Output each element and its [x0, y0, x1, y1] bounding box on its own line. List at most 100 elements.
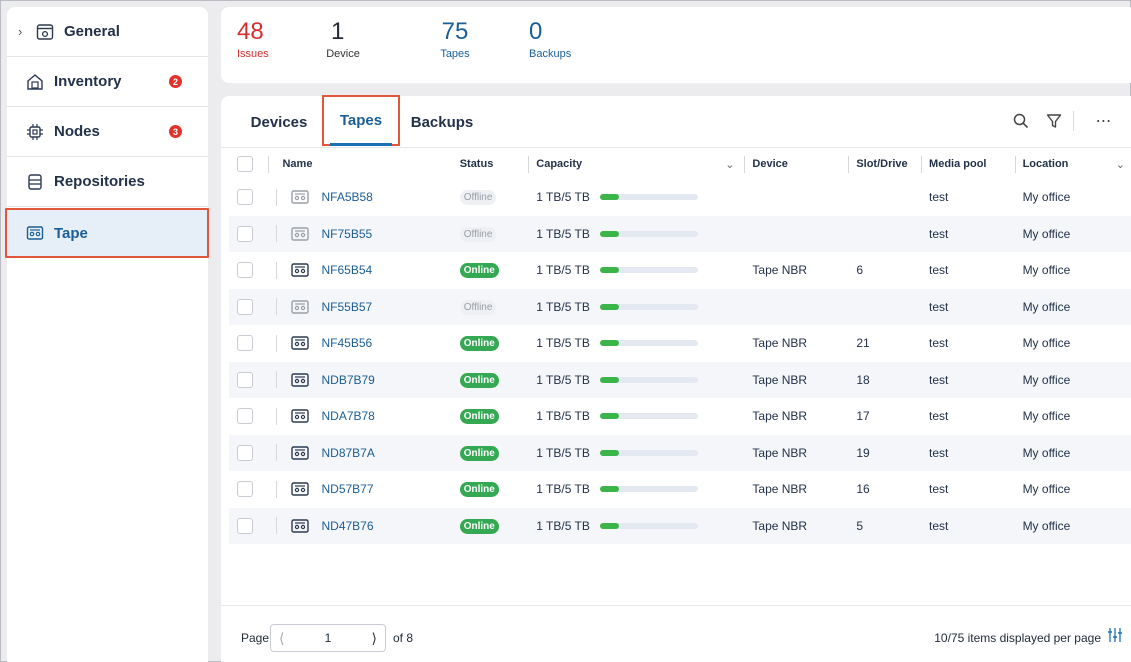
- row-select-cell[interactable]: [229, 325, 268, 362]
- page-label: Page: [241, 631, 270, 645]
- table-row[interactable]: ND57B77 Online 1 TB/5 TB Tape NBR 16 tes…: [229, 471, 1131, 508]
- row-checkbox[interactable]: [237, 298, 253, 315]
- status-cell: Online: [459, 361, 529, 398]
- table-row[interactable]: NDA7B78 Online 1 TB/5 TB Tape NBR 17 tes…: [229, 398, 1131, 435]
- row-checkbox[interactable]: [237, 371, 253, 388]
- status-badge: Online: [459, 336, 499, 352]
- sidebar-item-inventory[interactable]: Inventory 2: [7, 57, 208, 107]
- row-checkbox[interactable]: [237, 262, 253, 279]
- row-select-cell[interactable]: [229, 398, 268, 435]
- sidebar-item-repositories[interactable]: Repositories: [7, 157, 208, 207]
- name-cell[interactable]: NDA7B78: [268, 398, 459, 435]
- table-row[interactable]: ND47B76 Online 1 TB/5 TB Tape NBR 5 test…: [229, 507, 1131, 544]
- capacity-text: 1 TB/5 TB: [536, 372, 590, 387]
- table-row[interactable]: NF65B54 Online 1 TB/5 TB Tape NBR 6 test…: [229, 252, 1131, 289]
- current-page-input[interactable]: 1: [325, 631, 332, 645]
- name-cell[interactable]: ND57B77: [268, 471, 459, 508]
- capacity-text: 1 TB/5 TB: [536, 482, 590, 497]
- stat-backups[interactable]: 0 Backups: [529, 17, 571, 60]
- table-row[interactable]: NF55B57 Offline 1 TB/5 TB test My office: [229, 288, 1131, 325]
- row-select-cell[interactable]: [229, 434, 269, 471]
- stat-device[interactable]: 1 Device: [315, 17, 371, 60]
- prev-page-icon[interactable]: ⟨: [279, 630, 284, 647]
- tab-devices[interactable]: Devices: [243, 96, 315, 148]
- name-cell[interactable]: ND47B76: [268, 507, 460, 544]
- row-select-cell[interactable]: [229, 179, 268, 216]
- tape-name[interactable]: ND87B7A: [321, 446, 374, 460]
- tape-name[interactable]: NDB7B79: [321, 373, 374, 387]
- table-row[interactable]: NF75B55 Offline 1 TB/5 TB test My office: [229, 215, 1131, 252]
- tape-icon: [291, 190, 310, 204]
- tape-name[interactable]: NF75B55: [321, 227, 372, 241]
- row-select-cell[interactable]: [229, 507, 269, 544]
- more-options-icon[interactable]: ⋯: [1093, 110, 1115, 132]
- table-row[interactable]: NDB7B79 Online 1 TB/5 TB Tape NBR 18 tes…: [229, 361, 1131, 398]
- sidebar-item-nodes[interactable]: Nodes 3: [7, 107, 208, 157]
- row-select-cell[interactable]: [229, 252, 268, 289]
- column-header-location[interactable]: Location ⌄: [1014, 149, 1131, 179]
- tape-name[interactable]: ND47B76: [321, 519, 373, 533]
- row-select-cell[interactable]: [229, 471, 268, 508]
- tape-name[interactable]: NF45B56: [321, 336, 372, 350]
- tape-name[interactable]: NDA7B78: [321, 409, 374, 423]
- issues-label: Issues: [237, 48, 269, 60]
- tape-name[interactable]: ND57B77: [321, 482, 373, 496]
- name-cell[interactable]: NF55B57: [268, 288, 460, 325]
- status-badge: Online: [459, 518, 499, 534]
- name-cell[interactable]: NF65B54: [268, 252, 459, 289]
- name-cell[interactable]: NF75B55: [268, 215, 460, 252]
- tape-name[interactable]: NF55B57: [321, 300, 372, 314]
- next-page-icon[interactable]: ⟩: [372, 630, 377, 647]
- capacity-bar-fill: [599, 522, 620, 529]
- sidebar-item-label: Nodes: [54, 123, 100, 140]
- tab-backups[interactable]: Backups: [407, 96, 477, 148]
- sidebar: › General Inventory 2 Nodes 3 Repositori…: [5, 7, 209, 662]
- column-header-name[interactable]: Name: [268, 149, 459, 179]
- name-cell[interactable]: NDB7B79: [268, 361, 460, 398]
- row-select-cell[interactable]: [229, 288, 269, 325]
- row-checkbox[interactable]: [237, 481, 253, 498]
- status-badge: Online: [459, 445, 499, 461]
- location-cell: My office: [1014, 361, 1131, 398]
- tape-icon: [291, 373, 310, 387]
- stat-tapes[interactable]: 75 Tapes: [433, 17, 477, 60]
- search-icon[interactable]: [1010, 110, 1032, 132]
- tape-name[interactable]: NFA5B58: [321, 190, 372, 204]
- column-header-capacity[interactable]: Capacity ⌄: [528, 149, 744, 179]
- name-cell[interactable]: NFA5B58: [268, 179, 459, 216]
- name-cell[interactable]: ND87B7A: [268, 434, 460, 471]
- row-select-cell[interactable]: [229, 361, 269, 398]
- device-cell: Tape NBR: [752, 409, 808, 424]
- chevron-down-icon[interactable]: ⌄: [725, 158, 734, 171]
- media-pool-cell: test: [921, 361, 1015, 398]
- row-checkbox[interactable]: [237, 517, 253, 534]
- table-row[interactable]: NF45B56 Online 1 TB/5 TB Tape NBR 21 tes…: [229, 325, 1131, 362]
- chevron-right-icon[interactable]: ›: [18, 24, 22, 39]
- stat-issues[interactable]: 48 Issues: [237, 17, 269, 60]
- row-checkbox[interactable]: [237, 225, 253, 242]
- device-cell: Tape NBR: [744, 507, 849, 544]
- tab-tapes[interactable]: Tapes: [322, 95, 400, 146]
- tape-icon: [291, 336, 310, 350]
- select-all-checkbox[interactable]: [237, 156, 253, 172]
- row-checkbox[interactable]: [237, 335, 253, 352]
- select-all-cell[interactable]: [229, 149, 268, 179]
- page-selector[interactable]: ⟨ 1 ⟩: [270, 624, 386, 652]
- sidebar-item-tape[interactable]: Tape: [5, 208, 209, 258]
- row-checkbox[interactable]: [237, 444, 253, 461]
- name-cell[interactable]: NF45B56: [268, 325, 459, 362]
- column-settings-icon[interactable]: [1107, 627, 1123, 643]
- row-checkbox[interactable]: [237, 189, 253, 206]
- column-header-media-pool[interactable]: Media pool: [921, 149, 1015, 179]
- row-checkbox[interactable]: [237, 408, 253, 425]
- table-row[interactable]: NFA5B58 Offline 1 TB/5 TB test My office: [229, 179, 1131, 216]
- column-header-slot-drive[interactable]: Slot/Drive: [848, 149, 921, 179]
- chevron-down-icon[interactable]: ⌄: [1116, 158, 1125, 171]
- sidebar-item-general[interactable]: › General: [7, 7, 208, 57]
- table-row[interactable]: ND87B7A Online 1 TB/5 TB Tape NBR 19 tes…: [229, 434, 1131, 471]
- column-header-device[interactable]: Device: [744, 149, 848, 179]
- column-header-status[interactable]: Status: [460, 149, 529, 179]
- row-select-cell[interactable]: [229, 215, 269, 252]
- tape-name[interactable]: NF65B54: [321, 263, 372, 277]
- filter-icon[interactable]: [1043, 110, 1065, 132]
